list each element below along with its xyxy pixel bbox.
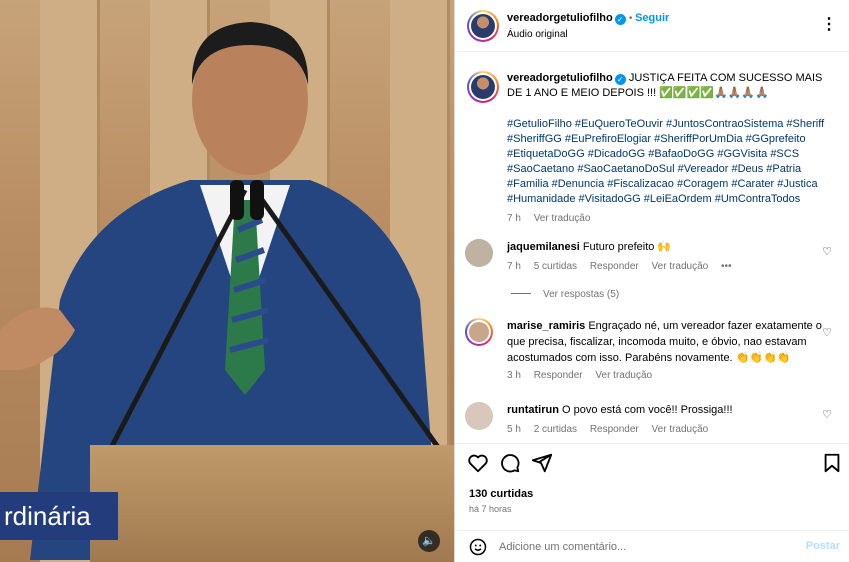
view-replies-label[interactable]: Ver respostas (5) bbox=[543, 289, 619, 300]
post-comment-button[interactable]: Postar bbox=[806, 540, 840, 552]
comment-meta: 3 h Responder Ver tradução bbox=[507, 370, 662, 381]
verified-icon: ✓ bbox=[614, 14, 626, 25]
post-time: há 7 horas bbox=[469, 504, 512, 514]
comments-feed[interactable]: vereadorgetuliofilho ✓ JUSTIÇA FEITA COM … bbox=[455, 53, 849, 443]
emoji-icon[interactable] bbox=[469, 538, 487, 556]
more-options-icon[interactable]: ⋮ bbox=[821, 14, 838, 34]
translate-button[interactable]: Ver tradução bbox=[652, 261, 709, 272]
commenter-username[interactable]: marise_ramiris bbox=[507, 320, 585, 332]
author-username[interactable]: vereadorgetuliofilho bbox=[507, 12, 613, 24]
hashtag-list[interactable]: #GetulioFilho #EuQueroTeOuvir #JuntosCon… bbox=[507, 117, 837, 207]
verified-icon: ✓ bbox=[614, 74, 626, 85]
heart-icon[interactable] bbox=[467, 452, 489, 474]
post-header: vereadorgetuliofilho ✓ • Seguir Áudio ori… bbox=[455, 0, 849, 52]
caption-username[interactable]: vereadorgetuliofilho bbox=[507, 72, 613, 84]
reply-button[interactable]: Responder bbox=[590, 424, 639, 435]
reply-button[interactable]: Responder bbox=[534, 370, 583, 381]
comment-time: 5 h bbox=[507, 424, 521, 435]
replies-divider bbox=[511, 293, 531, 294]
add-comment-bar: Postar bbox=[455, 530, 849, 562]
like-comment-icon[interactable]: ♡ bbox=[822, 408, 832, 421]
like-comment-icon[interactable]: ♡ bbox=[822, 245, 832, 258]
save-icon[interactable] bbox=[821, 452, 843, 474]
caption-meta: 7 h Ver tradução bbox=[507, 211, 837, 226]
comment-icon[interactable] bbox=[499, 452, 521, 474]
comment-input[interactable] bbox=[499, 538, 789, 556]
video-overlay-label: rdinária bbox=[0, 492, 118, 540]
podium bbox=[90, 445, 454, 562]
comment-meta: 7 h 5 curtidas Responder Ver tradução ••… bbox=[507, 261, 742, 272]
commenter-avatar[interactable] bbox=[465, 318, 493, 346]
commenter-username[interactable]: jaquemilanesi bbox=[507, 241, 580, 253]
share-icon[interactable] bbox=[531, 452, 553, 474]
comment-text: Futuro prefeito 🙌 bbox=[582, 241, 672, 253]
reply-button[interactable]: Responder bbox=[590, 261, 639, 272]
speaker-icon[interactable]: 🔈 bbox=[418, 530, 440, 552]
translate-button[interactable]: Ver tradução bbox=[595, 370, 652, 381]
comment-more-icon[interactable]: ••• bbox=[721, 261, 732, 272]
translate-button[interactable]: Ver tradução bbox=[652, 424, 709, 435]
post-caption: vereadorgetuliofilho ✓ JUSTIÇA FEITA COM … bbox=[507, 71, 837, 101]
comment-time: 7 h bbox=[507, 261, 521, 272]
author-avatar[interactable] bbox=[467, 10, 499, 42]
likes-count[interactable]: 130 curtidas bbox=[469, 488, 533, 500]
view-replies[interactable]: Ver respostas (5) bbox=[511, 289, 629, 300]
author-avatar[interactable] bbox=[467, 71, 499, 103]
hashtags: #GetulioFilho #EuQueroTeOuvir #JuntosCon… bbox=[507, 117, 837, 226]
commenter-avatar[interactable] bbox=[465, 402, 493, 430]
comment-likes[interactable]: 2 curtidas bbox=[534, 424, 577, 435]
commenter-avatar[interactable] bbox=[465, 239, 493, 267]
audio-label[interactable]: Áudio original bbox=[507, 29, 669, 40]
comment-likes[interactable]: 5 curtidas bbox=[534, 261, 577, 272]
caption-time: 7 h bbox=[507, 213, 521, 224]
commenter-username[interactable]: runtatirun bbox=[507, 404, 559, 416]
header-text: vereadorgetuliofilho ✓ • Seguir Áudio ori… bbox=[507, 12, 670, 40]
caption-translate[interactable]: Ver tradução bbox=[534, 213, 591, 224]
post-video[interactable]: rdinária 🔈 bbox=[0, 0, 454, 562]
comment-meta: 5 h 2 curtidas Responder Ver tradução bbox=[507, 424, 718, 435]
comment-text: O povo está com você!! Prossiga!!! bbox=[562, 404, 733, 416]
follow-button[interactable]: Seguir bbox=[635, 12, 669, 24]
post-sidebar: vereadorgetuliofilho ✓ • Seguir Áudio ori… bbox=[454, 0, 849, 562]
post-actions: 130 curtidas há 7 horas bbox=[455, 443, 849, 533]
comment-time: 3 h bbox=[507, 370, 521, 381]
like-comment-icon[interactable]: ♡ bbox=[822, 326, 832, 339]
